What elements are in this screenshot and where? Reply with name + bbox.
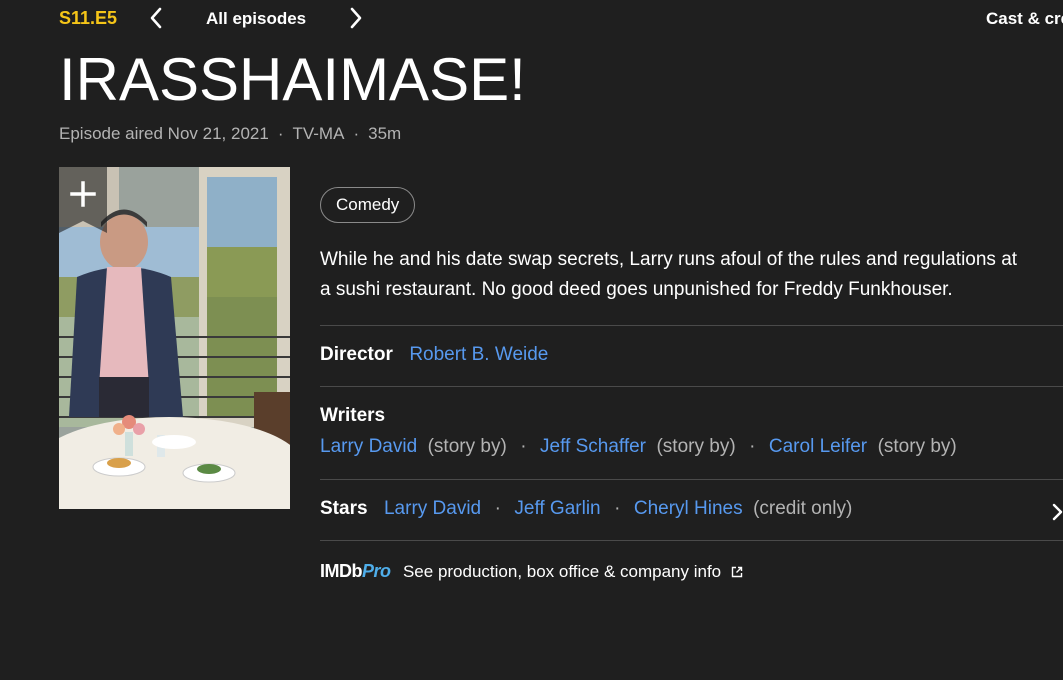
star-link[interactable]: Jeff Garlin <box>514 498 600 519</box>
separator-dot: · <box>494 498 501 519</box>
all-episodes-link[interactable]: All episodes <box>206 9 306 29</box>
air-date: Episode aired Nov 21, 2021 <box>59 124 269 143</box>
external-link-icon <box>731 565 743 583</box>
director-label: Director <box>320 344 393 365</box>
separator-dot: · <box>614 498 621 519</box>
episode-nav-bar: S11.E5 All episodes Cast & crew <box>0 0 1063 40</box>
previous-episode-chevron-icon[interactable] <box>146 5 166 31</box>
writer-credit-note: (story by) <box>427 436 507 457</box>
episode-title: IRASSHAIMASE! <box>59 46 526 113</box>
chevron-right-icon[interactable] <box>1051 503 1063 526</box>
imdbpro-logo-imdb: IMDb <box>320 561 363 581</box>
star-credit-note: (credit only) <box>753 498 853 519</box>
writer-link[interactable]: Carol Leifer <box>769 436 867 457</box>
runtime: 35m <box>368 124 402 143</box>
director-link[interactable]: Robert B. Weide <box>409 344 548 365</box>
imdbpro-row[interactable]: IMDbPro See production, box office & com… <box>320 540 1063 601</box>
writer-link[interactable]: Larry David <box>320 436 417 457</box>
stars-label: Stars <box>320 498 368 519</box>
episode-details: Comedy While he and his date swap secret… <box>320 187 1063 601</box>
add-to-watchlist-button[interactable] <box>59 167 107 233</box>
separator-dot: · <box>277 124 284 143</box>
writer-credit-note: (story by) <box>656 436 736 457</box>
imdbpro-link[interactable]: See production, box office & company inf… <box>403 562 721 581</box>
separator-dot: · <box>353 124 360 143</box>
content-rating: TV-MA <box>292 124 345 143</box>
imdbpro-logo: IMDbPro <box>320 561 391 581</box>
next-episode-chevron-icon[interactable] <box>346 5 366 31</box>
separator-dot: · <box>520 436 527 457</box>
writers-row: Writers Larry David (story by) · Jeff Sc… <box>320 386 1063 479</box>
writer-credit-note: (story by) <box>877 436 957 457</box>
writer-link[interactable]: Jeff Schaffer <box>540 436 646 457</box>
episode-meta: Episode aired Nov 21, 2021 · TV-MA · 35m <box>59 124 401 144</box>
imdbpro-logo-pro: Pro <box>362 561 391 581</box>
episode-code: S11.E5 <box>59 8 118 28</box>
stars-row[interactable]: Stars Larry David · Jeff Garlin · Cheryl… <box>320 479 1063 540</box>
star-link[interactable]: Larry David <box>384 498 481 519</box>
director-row: Director Robert B. Weide <box>320 325 1063 386</box>
cast-crew-link[interactable]: Cast & crew <box>986 9 1063 29</box>
genre-chip[interactable]: Comedy <box>320 187 416 223</box>
plot-summary: While he and his date swap secrets, Larr… <box>320 249 1018 300</box>
star-link[interactable]: Cheryl Hines <box>634 498 743 519</box>
separator-dot: · <box>749 436 756 457</box>
writers-label: Writers <box>320 405 386 426</box>
episode-poster-image[interactable] <box>59 167 290 509</box>
